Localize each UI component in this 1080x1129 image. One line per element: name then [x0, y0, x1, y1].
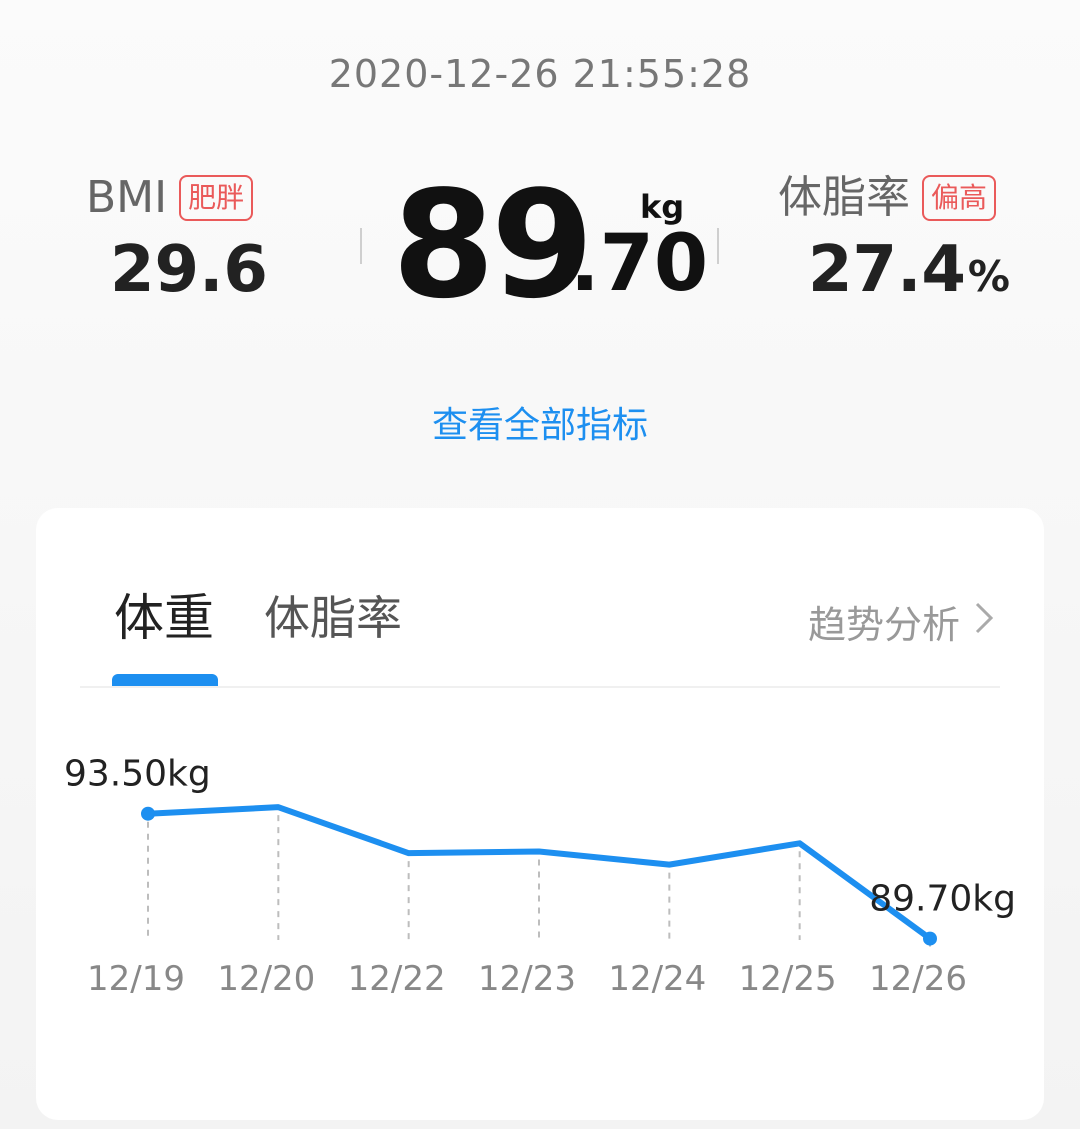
- x-tick-label: 12/24: [608, 959, 706, 999]
- measurement-timestamp: 2020-12-26 21:55:28: [328, 52, 752, 96]
- data-point-12/19: [141, 806, 155, 821]
- right-divider: [717, 228, 719, 264]
- weight-value: 89 kg .70: [392, 170, 712, 320]
- weight-integer: 89: [392, 159, 594, 331]
- weight-decimal: .70: [570, 219, 709, 309]
- x-tick-label: 12/25: [739, 959, 837, 999]
- weight-trend-chart: 12/19 12/20 12/22 12/23 12/24 12/25 12/26 93.50…: [64, 754, 1016, 999]
- x-tick-label: 12/20: [217, 959, 315, 999]
- body-fat-block: 体脂率 偏高 27.4%: [778, 168, 1010, 317]
- view-all-metrics-link[interactable]: 查看全部指标: [0, 396, 1080, 448]
- last-value-label: 89.70kg: [869, 879, 1016, 920]
- bmi-value: 29.6: [110, 233, 268, 307]
- body-fat-value-wrap: 27.4%: [808, 230, 1010, 317]
- bmi-block: BMI 肥胖 29.6: [86, 168, 268, 310]
- left-divider: [360, 228, 362, 264]
- x-tick-label: 12/23: [478, 959, 576, 999]
- data-point-12/26: [923, 931, 937, 946]
- x-tick-label: 12/19: [87, 959, 185, 999]
- first-value-label: 93.50kg: [64, 754, 211, 795]
- trend-card: 体重 体脂率 趋势分析 12/19 12/20 12/22 12/23 12/24 12/…: [36, 508, 1044, 1120]
- x-tick-label: 12/22: [348, 959, 446, 999]
- bmi-status-badge: 肥胖: [179, 175, 254, 221]
- body-fat-status-badge: 偏高: [922, 175, 997, 221]
- body-fat-value: 27.4: [808, 233, 966, 307]
- body-fat-label: 体脂率: [778, 172, 910, 223]
- bmi-label: BMI: [86, 172, 168, 223]
- body-fat-unit: %: [967, 252, 1010, 301]
- x-tick-label: 12/26: [869, 959, 967, 999]
